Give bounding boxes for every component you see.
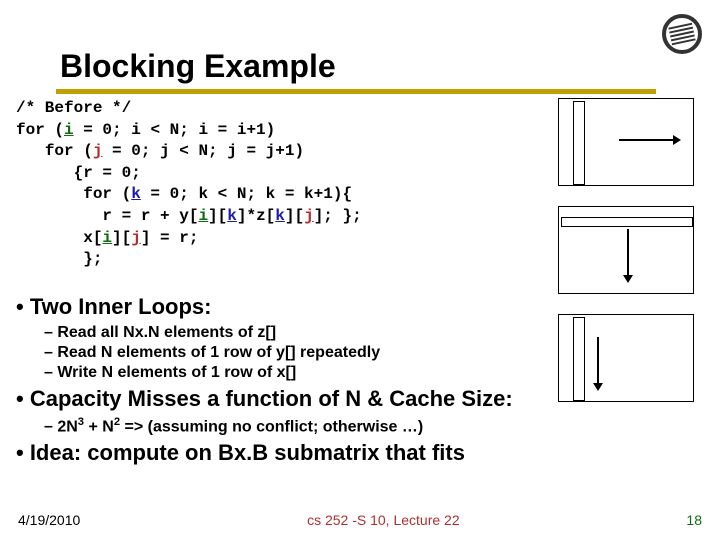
row-highlight [561,217,693,227]
sub-bullet: Read N elements of 1 row of y[] repeated… [44,344,656,362]
code-var: i [64,121,74,139]
code-line: {r = 0; [16,163,362,185]
code-var: j [93,142,103,160]
footer-date: 4/19/2010 [18,512,80,528]
footer: 4/19/2010 cs 252 -S 10, Lecture 22 18 [0,512,720,528]
arrow-right-icon [619,139,679,141]
code-block: /* Before */for (i = 0; i < N; i = i+1) … [16,98,362,271]
title-block: Blocking Example [56,48,656,94]
sub-bullet: Write N elements of 1 row of x[] [44,364,656,382]
slide: Blocking Example /* Before */for (i = 0;… [0,0,720,540]
title-underline [56,89,656,94]
code-var: k [275,207,285,225]
code-line: x[i][j] = r; [16,228,362,250]
sub-bullet: Read all Nx.N elements of z[] [44,324,656,342]
code-line: for (i = 0; i < N; i = i+1) [16,120,362,142]
code-line: /* Before */ [16,98,362,120]
footer-course: cs 252 -S 10, Lecture 22 [307,512,460,528]
bullet-capacity-misses: • Capacity Misses a function of N & Cach… [16,386,656,412]
bullet-two-inner-loops: • Two Inner Loops: [16,294,656,320]
arrow-down-icon [627,229,629,281]
code-var: j [304,207,314,225]
code-var: k [131,185,141,203]
formula-part: 2N [57,418,77,435]
matrix-fig-2 [558,206,694,294]
code-line: for (j = 0; j < N; j = j+1) [16,141,362,163]
seal-logo [662,14,702,54]
sub-bullet-formula: 2N3 + N2 => (assuming no conflict; other… [44,416,656,436]
code-line: r = r + y[i][k]*z[k][j]; }; [16,206,362,228]
bullet-idea: • Idea: compute on Bx.B submatrix that f… [16,440,656,466]
formula-part: + N [84,418,114,435]
code-var: i [198,207,208,225]
bullet-list: • Two Inner Loops: Read all Nx.N element… [16,290,656,470]
footer-page-number: 18 [686,512,702,528]
slide-title: Blocking Example [56,48,656,89]
code-var: i [102,229,112,247]
column-highlight [573,101,585,185]
code-line: for (k = 0; k < N; k = k+1){ [16,184,362,206]
code-var: j [131,229,141,247]
code-var: k [227,207,237,225]
matrix-fig-1 [558,98,694,186]
formula-part: => (assuming no conflict; otherwise …) [120,418,423,435]
code-line: }; [16,249,362,271]
